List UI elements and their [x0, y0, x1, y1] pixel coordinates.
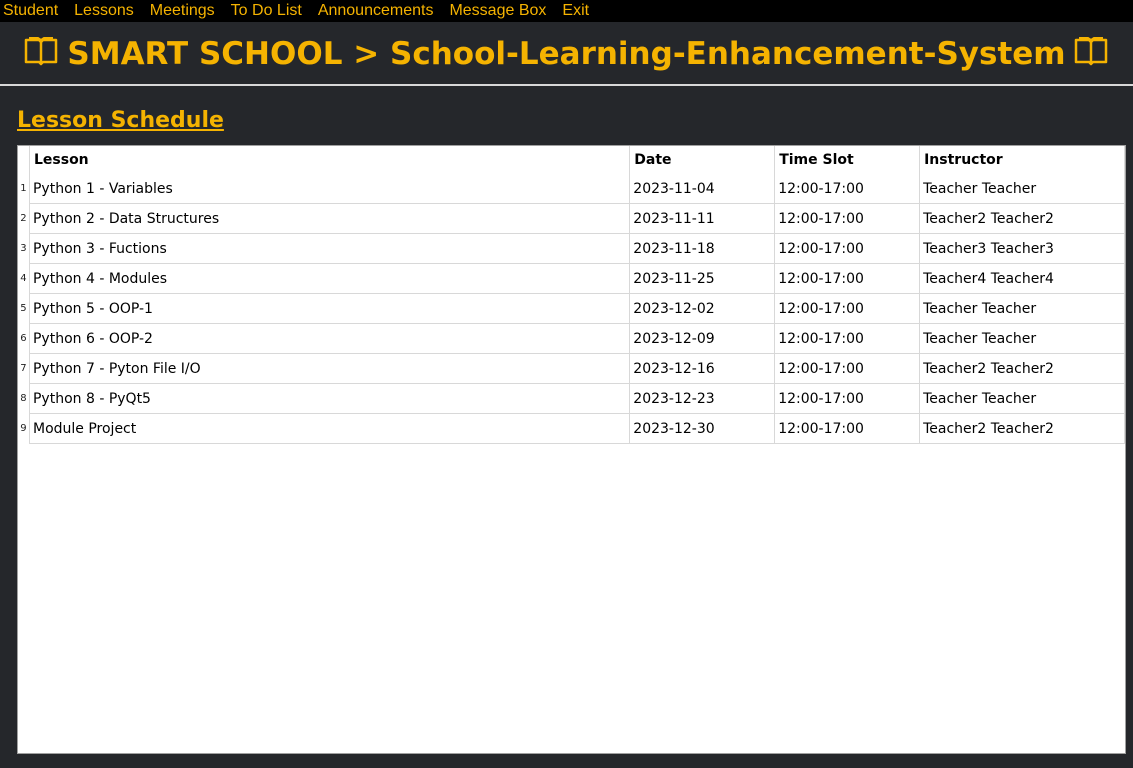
table-row[interactable]: 1 Python 1 - Variables 2023-11-04 12:00-…: [18, 174, 1125, 204]
column-header-instructor[interactable]: Instructor: [919, 146, 1125, 174]
row-number: 8: [18, 383, 31, 414]
cell-date[interactable]: 2023-12-02: [629, 293, 776, 324]
cell-time-slot[interactable]: 12:00-17:00: [774, 174, 921, 204]
table-row[interactable]: 7 Python 7 - Pyton File I/O 2023-12-16 1…: [18, 353, 1125, 384]
cell-lesson[interactable]: Python 4 - Modules: [29, 263, 631, 294]
table-row[interactable]: 9 Module Project 2023-12-30 12:00-17:00 …: [18, 413, 1125, 444]
cell-time-slot[interactable]: 12:00-17:00: [774, 233, 921, 264]
row-number: 5: [18, 293, 31, 324]
cell-time-slot[interactable]: 12:00-17:00: [774, 203, 921, 234]
row-number: 1: [18, 174, 31, 204]
row-number-header: [18, 146, 31, 174]
app-header: SMART SCHOOL > School-Learning-Enhanceme…: [0, 22, 1133, 84]
cell-instructor[interactable]: Teacher2 Teacher2: [919, 353, 1125, 384]
menu-lessons[interactable]: Lessons: [66, 0, 142, 22]
column-header-lesson[interactable]: Lesson: [29, 146, 631, 174]
cell-lesson[interactable]: Python 3 - Fuctions: [29, 233, 631, 264]
row-number: 6: [18, 323, 31, 354]
cell-date[interactable]: 2023-12-23: [629, 383, 776, 414]
column-header-date[interactable]: Date: [629, 146, 776, 174]
cell-date[interactable]: 2023-11-04: [629, 174, 776, 204]
cell-instructor[interactable]: Teacher4 Teacher4: [919, 263, 1125, 294]
cell-time-slot[interactable]: 12:00-17:00: [774, 413, 921, 444]
cell-time-slot[interactable]: 12:00-17:00: [774, 353, 921, 384]
row-number: 4: [18, 263, 31, 294]
cell-date[interactable]: 2023-11-11: [629, 203, 776, 234]
table-row[interactable]: 6 Python 6 - OOP-2 2023-12-09 12:00-17:0…: [18, 323, 1125, 354]
cell-date[interactable]: 2023-11-18: [629, 233, 776, 264]
menu-bar: Student Lessons Meetings To Do List Anno…: [0, 0, 1133, 22]
page-title: Lesson Schedule: [17, 108, 224, 133]
lesson-schedule-table[interactable]: Lesson Date Time Slot Instructor 1 Pytho…: [17, 145, 1126, 754]
menu-message-box[interactable]: Message Box: [441, 0, 554, 22]
cell-date[interactable]: 2023-12-16: [629, 353, 776, 384]
menu-announcements[interactable]: Announcements: [310, 0, 442, 22]
cell-instructor[interactable]: Teacher2 Teacher2: [919, 203, 1125, 234]
cell-instructor[interactable]: Teacher Teacher: [919, 293, 1125, 324]
book-icon: [1074, 37, 1108, 66]
table-header-row: Lesson Date Time Slot Instructor: [18, 146, 1125, 174]
cell-lesson[interactable]: Python 1 - Variables: [29, 174, 631, 204]
table-row[interactable]: 3 Python 3 - Fuctions 2023-11-18 12:00-1…: [18, 233, 1125, 264]
cell-time-slot[interactable]: 12:00-17:00: [774, 263, 921, 294]
table-row[interactable]: 8 Python 8 - PyQt5 2023-12-23 12:00-17:0…: [18, 383, 1125, 414]
menu-to-do-list[interactable]: To Do List: [223, 0, 310, 22]
row-number: 3: [18, 233, 31, 264]
menu-exit[interactable]: Exit: [554, 0, 597, 22]
cell-lesson[interactable]: Python 6 - OOP-2: [29, 323, 631, 354]
cell-date[interactable]: 2023-11-25: [629, 263, 776, 294]
cell-time-slot[interactable]: 12:00-17:00: [774, 293, 921, 324]
cell-time-slot[interactable]: 12:00-17:00: [774, 383, 921, 414]
cell-instructor[interactable]: Teacher3 Teacher3: [919, 233, 1125, 264]
cell-lesson[interactable]: Python 5 - OOP-1: [29, 293, 631, 324]
row-number: 2: [18, 203, 31, 234]
cell-instructor[interactable]: Teacher2 Teacher2: [919, 413, 1125, 444]
menu-student[interactable]: Student: [0, 0, 66, 22]
cell-instructor[interactable]: Teacher Teacher: [919, 383, 1125, 414]
cell-lesson[interactable]: Module Project: [29, 413, 631, 444]
table-row[interactable]: 5 Python 5 - OOP-1 2023-12-02 12:00-17:0…: [18, 293, 1125, 324]
cell-time-slot[interactable]: 12:00-17:00: [774, 323, 921, 354]
cell-instructor[interactable]: Teacher Teacher: [919, 323, 1125, 354]
cell-date[interactable]: 2023-12-09: [629, 323, 776, 354]
row-number: 9: [18, 413, 31, 444]
table-row[interactable]: 2 Python 2 - Data Structures 2023-11-11 …: [18, 203, 1125, 234]
cell-lesson[interactable]: Python 7 - Pyton File I/O: [29, 353, 631, 384]
cell-date[interactable]: 2023-12-30: [629, 413, 776, 444]
app-title: SMART SCHOOL > School-Learning-Enhanceme…: [67, 36, 1066, 72]
cell-lesson[interactable]: Python 2 - Data Structures: [29, 203, 631, 234]
header-divider: [0, 84, 1133, 86]
row-number: 7: [18, 353, 31, 384]
table-row[interactable]: 4 Python 4 - Modules 2023-11-25 12:00-17…: [18, 263, 1125, 294]
cell-lesson[interactable]: Python 8 - PyQt5: [29, 383, 631, 414]
menu-meetings[interactable]: Meetings: [142, 0, 223, 22]
cell-instructor[interactable]: Teacher Teacher: [919, 174, 1125, 204]
column-header-time-slot[interactable]: Time Slot: [774, 146, 921, 174]
